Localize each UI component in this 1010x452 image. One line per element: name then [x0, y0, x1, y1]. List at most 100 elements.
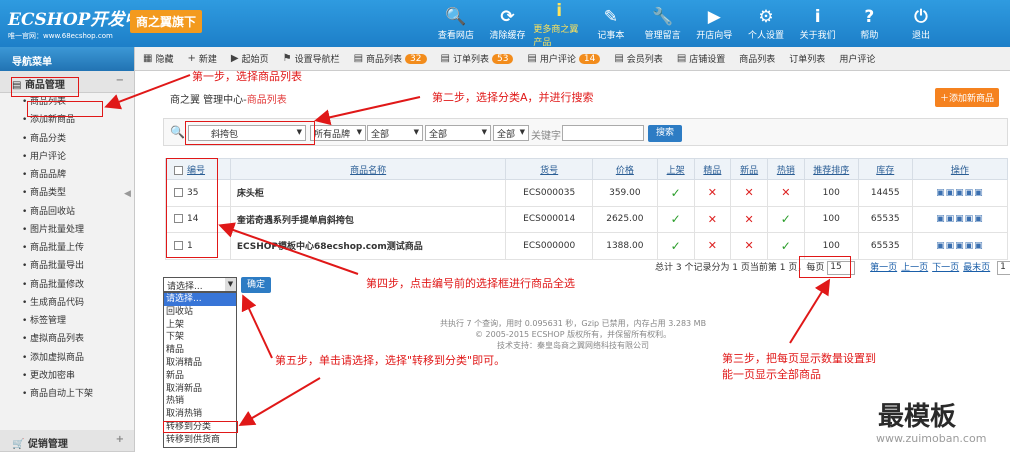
toolbar-item[interactable]: ▤ 订单列表 53 [441, 52, 514, 65]
toolbar-item[interactable]: ▤ 店铺设置 [677, 52, 725, 65]
sort-order[interactable]: 100 [803, 179, 859, 207]
dropdown-option[interactable]: 转移到供货商 [164, 434, 236, 447]
column-header[interactable]: 操作 [911, 158, 1009, 180]
view-icon[interactable]: ▣ [936, 214, 946, 224]
sidebar-item[interactable]: 标签管理 [0, 312, 134, 330]
topnav-item[interactable]: i 更多商之翼产品 [533, 0, 585, 48]
copy-icon[interactable]: ▣ [955, 241, 965, 251]
edit-icon[interactable]: ▣ [946, 214, 956, 224]
stock[interactable]: 65535 [857, 232, 913, 260]
check-icon[interactable]: ✓ [781, 239, 791, 253]
column-header[interactable]: 货号 [505, 158, 593, 180]
sidebar-item[interactable]: 添加虚拟商品 [0, 349, 134, 367]
duplicate-icon[interactable]: ▣ [974, 241, 984, 251]
expand-icon[interactable]: + [116, 434, 124, 445]
goods-name[interactable]: 床头柜 [229, 179, 507, 207]
toolbar-item[interactable]: ▶ 起始页 [231, 52, 269, 65]
sidebar-item[interactable]: 商品批量上传 [0, 239, 134, 257]
toolbar-item[interactable]: ▤ 会员列表 [614, 52, 662, 65]
column-header[interactable]: 库存 [857, 158, 913, 180]
copy-icon[interactable]: ▣ [955, 214, 965, 224]
edit-icon[interactable]: ▣ [946, 241, 956, 251]
topnav-item[interactable]: ▶ 开店向导 [688, 0, 740, 47]
sidebar-item[interactable]: 用户评论 [0, 148, 134, 166]
toolbar-item[interactable]: 订单列表 [789, 52, 825, 65]
sidebar-item[interactable]: 商品批量修改 [0, 276, 134, 294]
copy-icon[interactable]: ▣ [955, 188, 965, 198]
brand-select[interactable]: 所有品牌 [310, 125, 366, 141]
cross-icon[interactable]: ✕ [708, 213, 717, 226]
cross-icon[interactable]: ✕ [708, 186, 717, 199]
dropdown-option[interactable]: 新品 [164, 370, 236, 383]
dropdown-option[interactable]: 精品 [164, 344, 236, 357]
cross-icon[interactable]: ✕ [744, 239, 753, 252]
dropdown-option[interactable]: 请选择... [164, 293, 236, 306]
status-select-1[interactable]: 全部 [367, 125, 423, 141]
goods-name[interactable]: 奎诺奇遇系列手提单肩斜挎包 [229, 205, 507, 233]
status-select-2[interactable]: 全部 [425, 125, 491, 141]
dropdown-option[interactable]: 上架 [164, 319, 236, 332]
topnav-item[interactable]: ⚙ 个人设置 [740, 0, 792, 47]
toolbar-item[interactable]: 商品列表 [739, 52, 775, 65]
sidebar-item[interactable]: 商品批量导出 [0, 257, 134, 275]
toolbar-item[interactable]: ▦ 隐藏 [143, 52, 173, 65]
topnav-item[interactable]: ⏻ 退出 [895, 0, 947, 47]
sidebar-item[interactable]: 生成商品代码 [0, 294, 134, 312]
dropdown-option[interactable]: 下架 [164, 331, 236, 344]
topnav-item[interactable]: ✎ 记事本 [585, 0, 637, 47]
column-header[interactable]: 价格 [591, 158, 658, 180]
sidebar-item[interactable]: 更改加密串 [0, 367, 134, 385]
check-icon[interactable]: ✓ [671, 186, 681, 200]
stock[interactable]: 65535 [857, 205, 913, 233]
check-icon[interactable]: ✓ [671, 212, 681, 226]
prev-page-link[interactable]: 上一页 [901, 263, 928, 273]
confirm-button[interactable]: 确定 [241, 277, 271, 293]
view-icon[interactable]: ▣ [936, 241, 946, 251]
edit-icon[interactable]: ▣ [946, 188, 956, 198]
sidebar-item[interactable]: 图片批量处理 [0, 221, 134, 239]
column-header[interactable]: 热销 [766, 158, 805, 180]
cross-icon[interactable]: ✕ [781, 186, 790, 199]
sidebar-group-promo[interactable]: 🛒 促销管理 + [0, 430, 134, 452]
sidebar-item[interactable]: 商品分类 [0, 130, 134, 148]
check-icon[interactable]: ✓ [671, 239, 681, 253]
cross-icon[interactable]: ✕ [744, 186, 753, 199]
next-page-link[interactable]: 下一页 [932, 263, 959, 273]
column-header[interactable]: 精品 [693, 158, 732, 180]
goods-name[interactable]: ECSHOP模板中心68ecshop.com测试商品 [229, 232, 507, 260]
status-select-3[interactable]: 全部 [493, 125, 529, 141]
topnav-item[interactable]: ? 帮助 [844, 0, 896, 47]
keyword-input[interactable] [562, 125, 644, 141]
last-page-link[interactable]: 最末页 [963, 263, 990, 273]
cross-icon[interactable]: ✕ [744, 213, 753, 226]
add-goods-button[interactable]: ＋添加新商品 [935, 88, 1000, 107]
toolbar-item[interactable]: ▤ 商品列表 32 [354, 52, 427, 65]
dropdown-option[interactable]: 取消热销 [164, 408, 236, 421]
topnav-item[interactable]: i 关于我们 [792, 0, 844, 47]
trash-icon[interactable]: ▣ [965, 241, 975, 251]
toolbar-item[interactable]: ⚑ 设置导航栏 [283, 52, 340, 65]
search-button[interactable]: 搜索 [648, 125, 682, 142]
collapse-icon[interactable]: − [116, 75, 124, 86]
dropdown-option[interactable]: 取消精品 [164, 357, 236, 370]
topnav-item[interactable]: 🔧 管理留言 [637, 0, 689, 47]
batch-action-select[interactable]: 请选择... [163, 277, 237, 292]
toolbar-item[interactable]: ▤ 用户评论 14 [527, 52, 601, 65]
dropdown-option[interactable]: 热销 [164, 395, 236, 408]
stock[interactable]: 14455 [857, 179, 913, 207]
column-header[interactable]: 推荐排序 [803, 158, 859, 180]
toolbar-item[interactable]: + 新建 [187, 52, 216, 65]
sidebar-item[interactable]: 虚拟商品列表 [0, 330, 134, 348]
trash-icon[interactable]: ▣ [965, 214, 975, 224]
sidebar-item[interactable]: 商品类型 [0, 184, 134, 202]
column-header[interactable]: 新品 [730, 158, 768, 180]
duplicate-icon[interactable]: ▣ [974, 188, 984, 198]
dropdown-option[interactable]: 回收站 [164, 306, 236, 319]
sidebar-toggle-icon[interactable]: ◀ [124, 189, 134, 203]
first-page-link[interactable]: 第一页 [870, 263, 897, 273]
check-icon[interactable]: ✓ [781, 212, 791, 226]
topnav-item[interactable]: 🔍 查看网店 [430, 0, 482, 47]
trash-icon[interactable]: ▣ [965, 188, 975, 198]
cross-icon[interactable]: ✕ [708, 239, 717, 252]
column-header[interactable]: 上架 [656, 158, 695, 180]
